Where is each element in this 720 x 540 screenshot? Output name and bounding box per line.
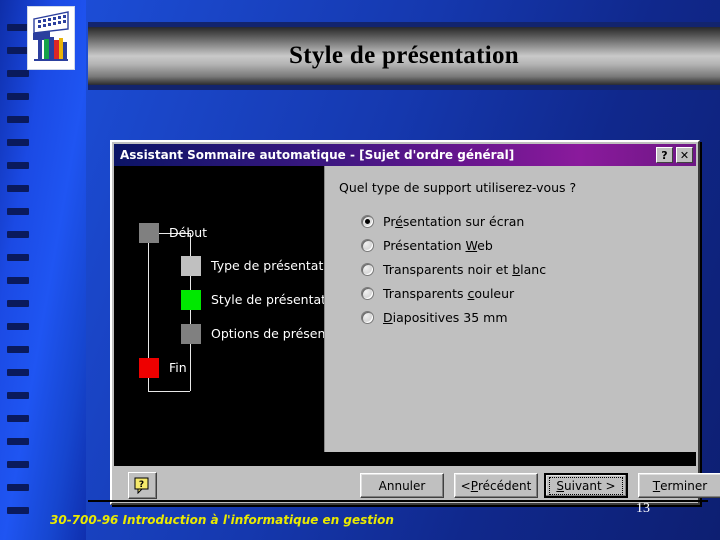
radio-label-transparents-couleur: Transparents couleur xyxy=(383,285,515,301)
svg-text:?: ? xyxy=(139,480,144,490)
close-icon[interactable]: ✕ xyxy=(676,147,693,163)
dash-mark xyxy=(7,300,29,307)
podium-books-logo xyxy=(27,6,75,70)
help-icon[interactable]: ? xyxy=(656,147,673,163)
wizard-options-pane: Quel type de support utiliserez-vous ? P… xyxy=(324,166,696,452)
dialog-titlebar: Assistant Sommaire automatique - [Sujet … xyxy=(114,144,696,166)
radio-option-transparents-couleur[interactable]: Transparents couleur xyxy=(361,285,514,301)
question-bubble-icon: ? xyxy=(134,477,149,494)
radio-icon-web[interactable] xyxy=(361,238,374,252)
radio-option-transparents-nb[interactable]: Transparents noir et blanc xyxy=(361,261,546,277)
dash-mark xyxy=(7,162,29,169)
radio-option-diapositives[interactable]: Diapositives 35 mm xyxy=(361,309,508,325)
flow-line-bottom-left xyxy=(148,391,166,392)
help-button[interactable]: ? xyxy=(128,472,157,499)
footer-text: 30-700-96 Introduction à l'informatique … xyxy=(50,513,394,527)
dash-mark xyxy=(7,185,29,192)
back-button[interactable]: < Précédent xyxy=(454,473,538,498)
dash-mark xyxy=(7,70,29,77)
dash-mark xyxy=(7,369,29,376)
finish-button[interactable]: Terminer xyxy=(638,473,720,498)
dash-mark xyxy=(7,461,29,468)
footer-divider xyxy=(88,500,708,502)
dash-mark xyxy=(7,231,29,238)
dash-mark xyxy=(7,323,29,330)
presentation-slide: Style de présentation Assistant Sommaire… xyxy=(0,0,720,540)
dash-mark xyxy=(7,139,29,146)
radio-icon-transparents-nb[interactable] xyxy=(361,262,374,276)
dash-mark xyxy=(7,346,29,353)
radio-icon-diapositives[interactable] xyxy=(361,310,374,324)
slide-title-banner: Style de présentation xyxy=(88,22,720,90)
radio-option-web[interactable]: Présentation Web xyxy=(361,237,493,253)
flow-label-debut: Début xyxy=(169,225,208,240)
question-label: Quel type de support utiliserez-vous ? xyxy=(339,180,577,195)
page-number: 13 xyxy=(636,501,650,516)
page-title: Style de présentation xyxy=(289,42,519,69)
dash-column xyxy=(7,24,29,540)
flow-node-style[interactable] xyxy=(181,290,201,310)
flow-node-fin[interactable] xyxy=(139,358,159,378)
radio-label-ecran: Présentation sur écran xyxy=(383,213,525,229)
dash-mark xyxy=(7,116,29,123)
dash-mark xyxy=(7,277,29,284)
slide-left-decoration xyxy=(0,0,86,540)
flow-node-type[interactable] xyxy=(181,256,201,276)
radio-label-diapositives: Diapositives 35 mm xyxy=(383,309,508,325)
dash-mark xyxy=(7,415,29,422)
dash-mark xyxy=(7,254,29,261)
dialog-content: Début Type de présentation Style de prés… xyxy=(114,166,696,466)
dash-mark xyxy=(7,438,29,445)
logo-artwork xyxy=(28,7,74,69)
radio-icon-ecran[interactable] xyxy=(361,214,374,228)
wizard-flowchart: Début Type de présentation Style de prés… xyxy=(114,166,362,466)
next-button[interactable]: Suivant > xyxy=(544,473,628,498)
flow-node-options[interactable] xyxy=(181,324,201,344)
radio-label-transparents-nb: Transparents noir et blanc xyxy=(383,261,547,277)
dash-mark xyxy=(7,47,29,54)
radio-option-ecran[interactable]: Présentation sur écran xyxy=(361,213,524,229)
cancel-button[interactable]: Annuler xyxy=(360,473,444,498)
dialog-title: Assistant Sommaire automatique - [Sujet … xyxy=(120,148,515,162)
dash-mark xyxy=(7,208,29,215)
dash-mark xyxy=(7,507,29,514)
autocontent-wizard-dialog: Assistant Sommaire automatique - [Sujet … xyxy=(110,140,720,505)
dash-mark xyxy=(7,93,29,100)
dash-mark xyxy=(7,484,29,491)
flow-node-debut[interactable] xyxy=(139,223,159,243)
dash-mark xyxy=(7,24,29,31)
flow-line-bottom-right xyxy=(166,391,190,392)
next-button-focus-ring: Suivant > xyxy=(549,476,623,495)
dash-mark xyxy=(7,392,29,399)
dialog-button-bar: ? Annuler < Précédent Suivant > Terminer xyxy=(114,466,720,503)
flow-label-fin: Fin xyxy=(169,360,187,375)
radio-label-web: Présentation Web xyxy=(383,237,493,253)
radio-icon-transparents-couleur[interactable] xyxy=(361,286,374,300)
flow-label-type: Type de présentation xyxy=(211,258,343,273)
